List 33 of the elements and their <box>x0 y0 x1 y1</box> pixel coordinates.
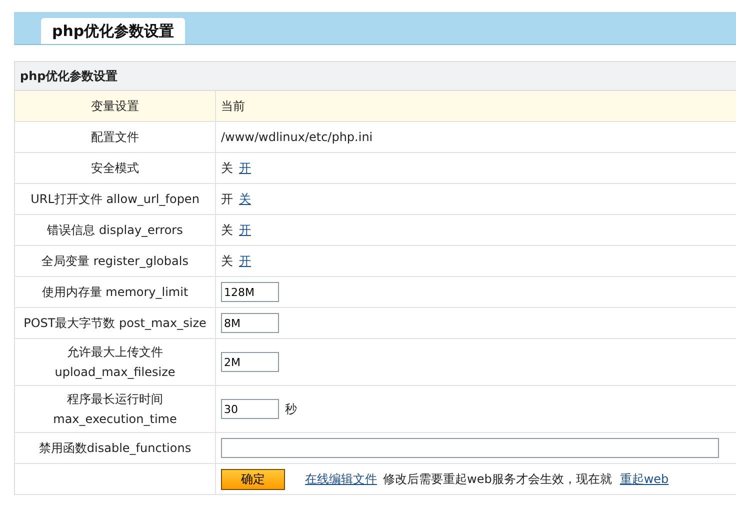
toggle-link[interactable]: 开 <box>239 160 251 176</box>
state-text: 关 <box>221 222 233 238</box>
value-text: 当前 <box>221 98 245 114</box>
toggle-link[interactable]: 开 <box>239 222 251 238</box>
input-field[interactable]: 2M <box>221 352 279 372</box>
label-cell: 配置文件 <box>15 122 216 152</box>
tab[interactable]: php优化参数设置 <box>41 18 186 44</box>
value-text: /www/wdlinux/etc/php.ini <box>221 130 373 144</box>
toggle-link[interactable]: 开 <box>239 252 251 270</box>
state-text: 开 <box>221 190 233 208</box>
note-text: 修改后需要重起web服务才会生效，现在就 <box>383 470 612 488</box>
label-cell: 变量设置 <box>15 91 216 121</box>
label-cell: 使用内存量 memory_limit <box>15 277 216 307</box>
input-field[interactable]: 30 <box>221 399 279 419</box>
input-field[interactable]: 8M <box>221 313 279 333</box>
label-cell: 全局变量 register_globals <box>15 246 216 276</box>
label-cell: 禁用函数disable_functions <box>15 433 216 463</box>
label-cell: 错误信息 display_errors <box>15 215 216 245</box>
label-cell: POST最大字节数 post_max_size <box>15 308 216 338</box>
restart-link[interactable]: 重起web <box>620 470 669 488</box>
input-field[interactable] <box>221 438 719 458</box>
label-cell: 程序最长运行时间 max_execution_time <box>15 386 216 432</box>
edit-file-link[interactable]: 在线编辑文件 <box>305 470 377 488</box>
toggle-link[interactable]: 关 <box>239 190 251 208</box>
input-field[interactable]: 128M <box>221 282 279 302</box>
label-cell: 允许最大上传文件 upload_max_filesize <box>15 339 216 385</box>
label-cell: 安全模式 <box>15 153 216 183</box>
unit-text: 秒 <box>285 400 297 418</box>
state-text: 关 <box>221 160 233 176</box>
section-title: php优化参数设置 <box>15 62 736 91</box>
label-cell: URL打开文件 allow_url_fopen <box>15 184 216 214</box>
confirm-button[interactable]: 确定 <box>221 468 285 490</box>
state-text: 关 <box>221 252 233 270</box>
